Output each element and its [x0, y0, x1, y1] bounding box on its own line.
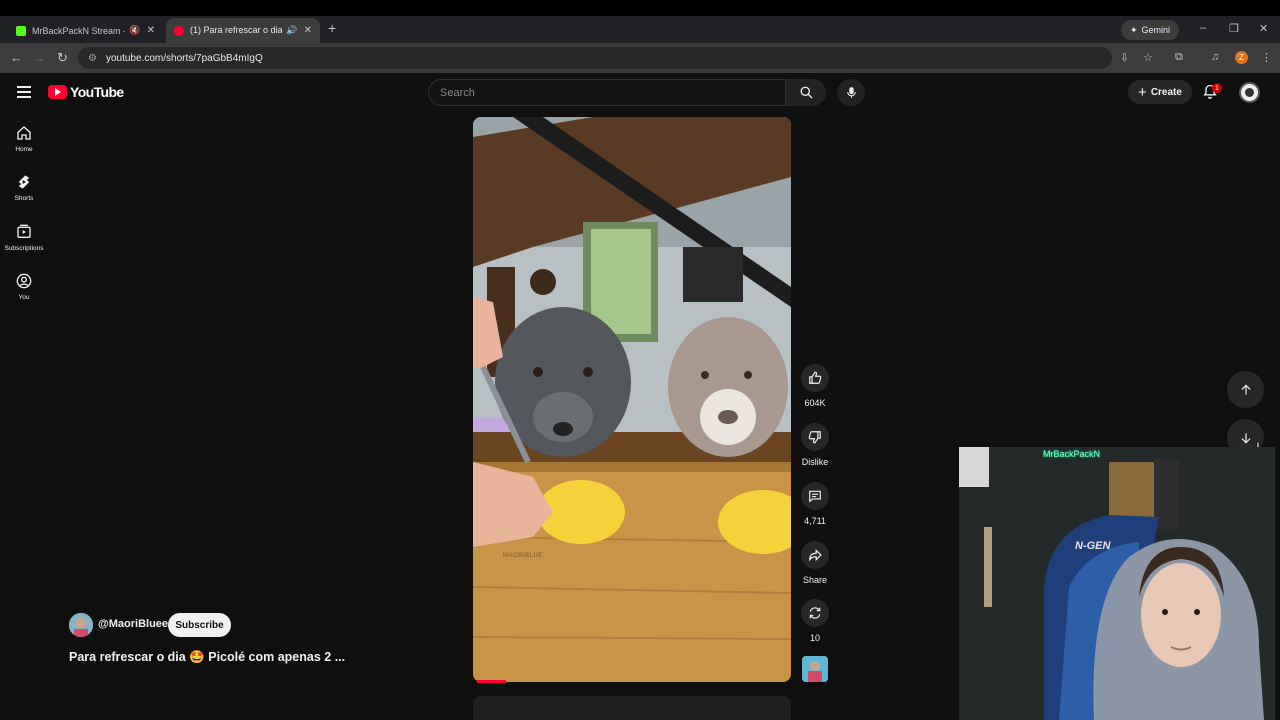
- forward-button[interactable]: →: [33, 50, 46, 65]
- guide-item-label: Subscriptions: [4, 245, 44, 252]
- like-count: 604K: [804, 398, 826, 408]
- video-watermark: MAORIBLUE: [503, 553, 543, 559]
- create-label: Create: [1150, 86, 1182, 98]
- tab-kick-stream[interactable]: MrBackPackN Stream - Wa 🔇 ✕: [8, 18, 163, 43]
- channel-name[interactable]: @MaoriBluee: [98, 618, 168, 630]
- account-avatar[interactable]: [1239, 82, 1260, 103]
- guide-item-subscriptions[interactable]: Subscriptions: [0, 224, 48, 252]
- channel-avatar[interactable]: [69, 613, 93, 637]
- thumbs-up-icon: [809, 371, 822, 384]
- streamer-name-tag: MrBackPackN: [1043, 449, 1101, 459]
- gemini-button[interactable]: ✦ Gemini: [1121, 20, 1180, 40]
- browser-tab-bar: MrBackPackN Stream - Wa 🔇 ✕ (1) Para ref…: [0, 16, 1280, 43]
- youtube-logo-text: YouTube: [70, 84, 124, 100]
- shorts-icon: [18, 175, 30, 189]
- sound-source-thumbnail[interactable]: [802, 656, 828, 682]
- sound-thumbnail-image: [802, 656, 828, 682]
- extensions-icon[interactable]: ⧉: [1175, 51, 1183, 64]
- guide-item-shorts[interactable]: Shorts: [0, 174, 48, 202]
- microphone-icon: [846, 87, 856, 98]
- speaker-icon[interactable]: 🔊: [286, 25, 297, 36]
- sparkle-icon: ✦: [1130, 24, 1138, 35]
- comment-icon: [809, 490, 821, 503]
- tab-close-icon[interactable]: ✕: [304, 25, 312, 36]
- browser-toolbar: ← → ↻ ⚙ youtube.com/shorts/7paGbB4mIgQ ⇩…: [0, 43, 1280, 73]
- share-label: Share: [802, 575, 828, 585]
- dislike-label: Dislike: [801, 457, 829, 467]
- remix-button[interactable]: 10: [799, 599, 831, 643]
- browser-menu-icon[interactable]: ⋮: [1261, 51, 1272, 64]
- media-controls-icon[interactable]: ♫: [1211, 51, 1219, 63]
- bookmark-star-icon[interactable]: ☆: [1143, 51, 1153, 64]
- guide-menu-icon[interactable]: [17, 86, 31, 101]
- thumbs-down-icon: [808, 431, 821, 444]
- previous-short-button[interactable]: [1227, 371, 1264, 408]
- window-top-strip: [0, 0, 1280, 16]
- voice-search-button[interactable]: [837, 79, 865, 106]
- youtube-play-logo-icon: [48, 85, 67, 99]
- youtube-logo[interactable]: YouTube: [48, 84, 124, 100]
- guide-item-you[interactable]: You: [0, 273, 48, 301]
- video-progress-bar[interactable]: [477, 680, 506, 683]
- notification-count-badge: 1: [1212, 83, 1222, 93]
- arrow-down-icon: [1241, 432, 1250, 443]
- browser-profile-avatar[interactable]: Z: [1235, 51, 1248, 64]
- search-input[interactable]: Search: [428, 79, 786, 106]
- guide-item-home[interactable]: Home: [0, 125, 48, 153]
- create-button[interactable]: + Create: [1128, 80, 1192, 104]
- page-scrollbar[interactable]: [1275, 117, 1280, 720]
- short-title[interactable]: Para refrescar o dia 🤩 Picolé com apenas…: [69, 650, 345, 665]
- you-icon: [16, 273, 32, 289]
- remix-icon: [809, 607, 821, 619]
- remix-count: 10: [809, 633, 820, 643]
- address-bar[interactable]: ⚙ youtube.com/shorts/7paGbB4mIgQ: [78, 47, 1112, 69]
- kick-favicon-icon: [16, 25, 26, 36]
- home-icon: [17, 126, 31, 140]
- dislike-button[interactable]: Dislike: [799, 423, 831, 467]
- webcam-feed-image: [959, 447, 1280, 720]
- url-text: youtube.com/shorts/7paGbB4mIgQ: [105, 52, 263, 64]
- install-app-icon[interactable]: ⇩: [1120, 51, 1129, 64]
- tab-close-icon[interactable]: ✕: [147, 25, 155, 36]
- subscribe-button[interactable]: Subscribe: [168, 613, 231, 637]
- tab-title: (1) Para refrescar o dia 🤩: [190, 25, 283, 35]
- gemini-label: Gemini: [1141, 25, 1171, 35]
- channel-avatar-image: [69, 613, 93, 637]
- window-close-button[interactable]: ✕: [1259, 22, 1268, 35]
- youtube-favicon-icon: [174, 25, 184, 36]
- guide-item-label: Shorts: [14, 195, 34, 202]
- short-video-player[interactable]: MAORIBLUE: [473, 117, 791, 682]
- comments-button[interactable]: 4,711: [799, 482, 831, 526]
- arrow-up-icon: [1241, 384, 1250, 395]
- streamer-webcam-overlay: MrBackPackN N-GEN: [959, 447, 1280, 720]
- like-button[interactable]: 604K: [799, 364, 831, 408]
- next-short-preview[interactable]: [473, 696, 791, 720]
- video-frame: [473, 117, 791, 682]
- subscriptions-icon: [17, 224, 31, 238]
- new-tab-button[interactable]: +: [328, 20, 336, 36]
- comment-count: 4,711: [804, 516, 826, 526]
- tab-youtube-short[interactable]: (1) Para refrescar o dia 🤩 🔊 ✕: [166, 18, 320, 43]
- restore-button[interactable]: ❐: [1229, 22, 1239, 35]
- search-button[interactable]: [786, 79, 826, 106]
- site-info-icon[interactable]: ⚙: [88, 53, 97, 64]
- guide-item-label: Home: [15, 146, 33, 153]
- minimize-button[interactable]: –: [1200, 22, 1206, 34]
- reload-button[interactable]: ↻: [57, 50, 68, 66]
- guide-item-label: You: [18, 294, 30, 301]
- muted-speaker-icon[interactable]: 🔇: [129, 25, 140, 36]
- search-icon: [800, 86, 813, 99]
- share-arrow-icon: [809, 548, 822, 562]
- plus-icon: +: [1138, 83, 1147, 101]
- chair-brand-logo: N-GEN: [1075, 540, 1111, 552]
- tab-title: MrBackPackN Stream - Wa: [32, 25, 125, 36]
- share-button[interactable]: Share: [799, 541, 831, 585]
- back-button[interactable]: ←: [10, 50, 23, 65]
